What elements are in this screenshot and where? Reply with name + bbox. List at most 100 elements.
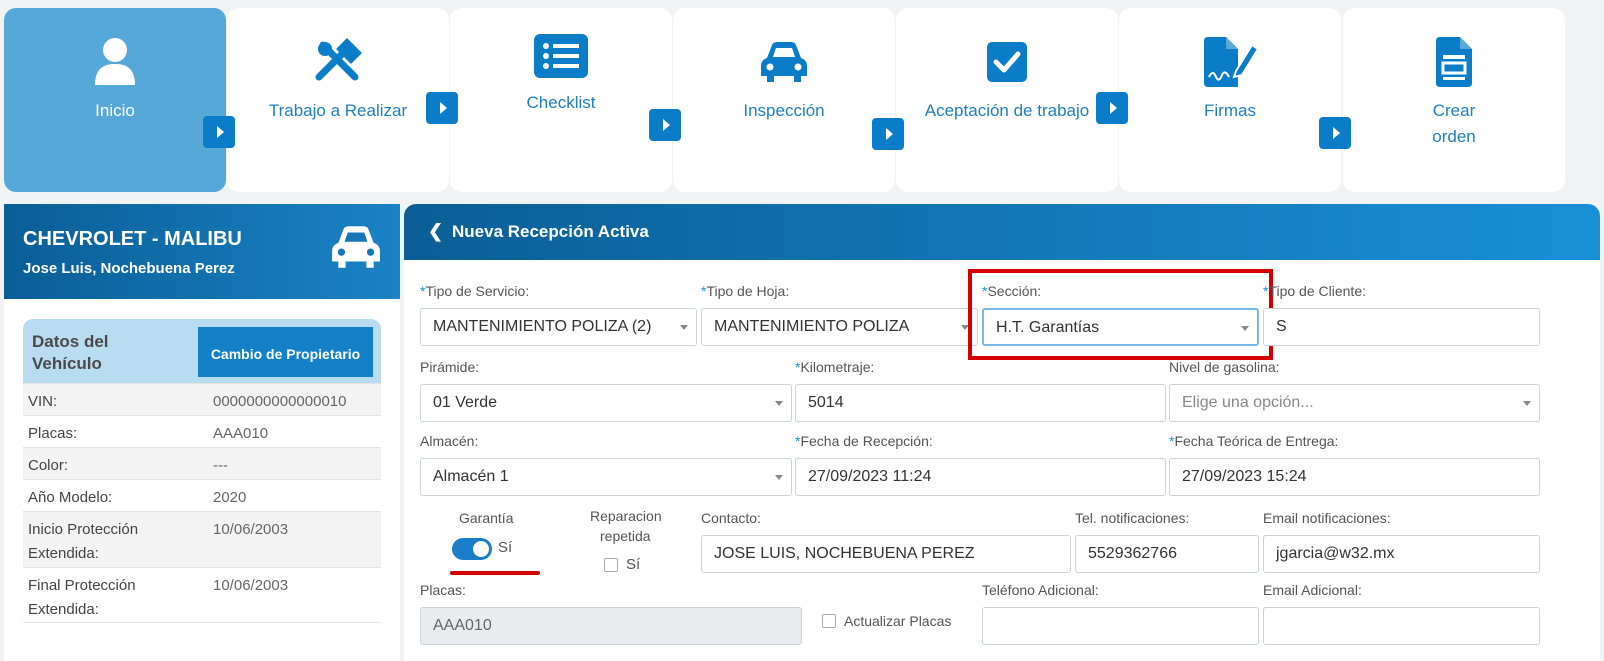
row-label: VIN: bbox=[28, 393, 58, 410]
car-icon bbox=[756, 34, 812, 90]
next-arrow-button[interactable] bbox=[872, 118, 904, 150]
step-label: Checklist bbox=[526, 93, 596, 112]
fecha-entrega-field[interactable]: 27/09/2023 15:24 bbox=[1169, 458, 1540, 496]
highlight-underline bbox=[450, 571, 540, 575]
form-header: ❮ Nueva Recepción Activa bbox=[404, 204, 1600, 260]
telefono-adicional-field[interactable] bbox=[982, 607, 1259, 645]
vehicle-data-header: Datos del Vehículo Cambio de Propietario bbox=[23, 319, 381, 383]
contacto-field[interactable]: JOSE LUIS, NOCHEBUENA PEREZ bbox=[701, 535, 1071, 573]
reparacion-label-line2: repetida bbox=[600, 528, 651, 544]
next-arrow-button[interactable] bbox=[649, 109, 681, 141]
vehicle-row: Inicio Protección Extendida: 10/06/2003 bbox=[23, 511, 381, 567]
row-label: Final Protección Extendida: bbox=[28, 577, 136, 618]
step-label: Aceptación de trabajo bbox=[924, 101, 1090, 120]
row-value: 2020 bbox=[213, 489, 247, 506]
reparacion-check-label: Sí bbox=[626, 556, 641, 573]
garantia-label: Garantía bbox=[459, 510, 514, 526]
placas-label: Placas: bbox=[420, 582, 466, 598]
row-label: Inicio Protección Extendida: bbox=[28, 521, 139, 562]
telefono-adicional-label: Teléfono Adicional: bbox=[982, 582, 1099, 598]
reparacion-checkbox[interactable] bbox=[604, 558, 618, 572]
row-value: --- bbox=[213, 457, 228, 474]
row-value: 10/06/2003 bbox=[213, 521, 289, 538]
vehicle-panel: CHEVROLET - MALIBU Jose Luis, Nochebuena… bbox=[4, 204, 400, 661]
list-icon bbox=[533, 28, 589, 84]
chevron-left-icon[interactable]: ❮ bbox=[428, 221, 443, 242]
user-icon bbox=[87, 34, 143, 90]
tipo-servicio-label: *Tipo de Servicio: bbox=[420, 283, 530, 299]
fecha-entrega-label: *Fecha Teórica de Entrega: bbox=[1169, 433, 1339, 449]
step-trabajo[interactable]: Trabajo a Realizar bbox=[227, 8, 449, 192]
vehicle-title: CHEVROLET - MALIBU bbox=[23, 228, 242, 250]
row-label: Año Modelo: bbox=[28, 489, 113, 506]
row-value: 0000000000000010 bbox=[213, 393, 347, 410]
step-label: Inicio bbox=[95, 101, 135, 120]
row-label: Color: bbox=[28, 457, 69, 474]
file-icon bbox=[1426, 34, 1482, 90]
tipo-hoja-select[interactable]: MANTENIMIENTO POLIZA bbox=[701, 308, 978, 346]
step-bar: Inicio Trabajo a Realizar Checklist Insp… bbox=[4, 8, 1600, 192]
vehicle-row: Color: --- bbox=[23, 447, 381, 479]
tipo-servicio-select[interactable]: MANTENIMIENTO POLIZA (2) bbox=[420, 308, 697, 346]
kilometraje-label: *Kilometraje: bbox=[795, 359, 875, 375]
email-adicional-label: Email Adicional: bbox=[1263, 582, 1362, 598]
placas-field: AAA010 bbox=[420, 607, 802, 645]
almacen-label: Almacén: bbox=[420, 433, 479, 449]
vehicle-header: CHEVROLET - MALIBU Jose Luis, Nochebuena… bbox=[4, 204, 400, 299]
step-label-line1: Crear bbox=[1432, 101, 1476, 120]
row-value: AAA010 bbox=[213, 425, 269, 442]
step-label: Inspección bbox=[743, 101, 825, 120]
next-arrow-button[interactable] bbox=[1319, 117, 1351, 149]
tipo-hoja-label: *Tipo de Hoja: bbox=[701, 283, 790, 299]
nivel-gasolina-label: Nivel de gasolina: bbox=[1169, 359, 1280, 375]
next-arrow-button[interactable] bbox=[203, 116, 235, 148]
highlight-box bbox=[968, 269, 1273, 360]
tel-notificaciones-field[interactable]: 5529362766 bbox=[1075, 535, 1259, 573]
email-adicional-field[interactable] bbox=[1263, 607, 1540, 645]
reception-form-panel: ❮ Nueva Recepción Activa *Tipo de Servic… bbox=[404, 204, 1600, 661]
actualizar-placas-label: Actualizar Placas bbox=[844, 613, 952, 629]
next-arrow-button[interactable] bbox=[1096, 92, 1128, 124]
step-inicio[interactable]: Inicio bbox=[4, 8, 226, 192]
contacto-label: Contacto: bbox=[701, 510, 761, 526]
kilometraje-field[interactable]: 5014 bbox=[795, 384, 1166, 422]
reparacion-label-line1: Reparacion bbox=[590, 508, 662, 524]
form-title: Nueva Recepción Activa bbox=[452, 222, 649, 241]
garantia-toggle-label: Sí bbox=[498, 539, 513, 556]
vehicle-row: Placas: AAA010 bbox=[23, 415, 381, 447]
fecha-recepcion-field[interactable]: 27/09/2023 11:24 bbox=[795, 458, 1166, 496]
piramide-select[interactable]: 01 Verde bbox=[420, 384, 792, 422]
email-notificaciones-label: Email notificaciones: bbox=[1263, 510, 1391, 526]
step-firmas[interactable]: Firmas bbox=[1119, 8, 1341, 192]
vehicle-data-box: Datos del Vehículo Cambio de Propietario… bbox=[23, 319, 381, 661]
step-label-line2: orden bbox=[1432, 127, 1476, 146]
nivel-gasolina-select[interactable]: Elige una opción... bbox=[1169, 384, 1540, 422]
next-arrow-button[interactable] bbox=[426, 92, 458, 124]
step-label: Trabajo a Realizar bbox=[268, 101, 408, 120]
vehicle-row: Año Modelo: 2020 bbox=[23, 479, 381, 511]
email-notificaciones-field[interactable]: jgarcia@w32.mx bbox=[1263, 535, 1540, 573]
fecha-recepcion-label: *Fecha de Recepción: bbox=[795, 433, 933, 449]
vehicle-owner: Jose Luis, Nochebuena Perez bbox=[23, 260, 235, 277]
step-aceptacion[interactable]: Aceptación de trabajo bbox=[896, 8, 1118, 192]
check-square-icon bbox=[979, 34, 1035, 90]
step-crear-orden[interactable]: Crear orden bbox=[1343, 8, 1565, 192]
step-checklist[interactable]: Checklist bbox=[450, 8, 672, 192]
step-label: Firmas bbox=[1204, 101, 1256, 120]
row-value: 10/06/2003 bbox=[213, 577, 289, 594]
tel-notificaciones-label: Tel. notificaciones: bbox=[1075, 510, 1190, 526]
vehicle-row: Final Protección Extendida: 10/06/2003 bbox=[23, 567, 381, 623]
step-inspeccion[interactable]: Inspección bbox=[673, 8, 895, 192]
garantia-toggle[interactable] bbox=[452, 538, 492, 560]
vehicle-row: VIN: 0000000000000010 bbox=[23, 383, 381, 415]
tipo-cliente-label: *Tipo de Cliente: bbox=[1263, 283, 1366, 299]
actualizar-placas-checkbox[interactable] bbox=[822, 614, 836, 628]
piramide-label: Pirámide: bbox=[420, 359, 480, 375]
vehicle-data-title: Datos del Vehículo bbox=[32, 332, 109, 373]
signature-icon bbox=[1202, 34, 1258, 90]
tools-icon bbox=[310, 34, 366, 90]
change-owner-button[interactable]: Cambio de Propietario bbox=[198, 327, 373, 377]
tipo-cliente-field[interactable]: S bbox=[1263, 308, 1540, 346]
car-icon bbox=[330, 224, 382, 275]
almacen-select[interactable]: Almacén 1 bbox=[420, 458, 792, 496]
